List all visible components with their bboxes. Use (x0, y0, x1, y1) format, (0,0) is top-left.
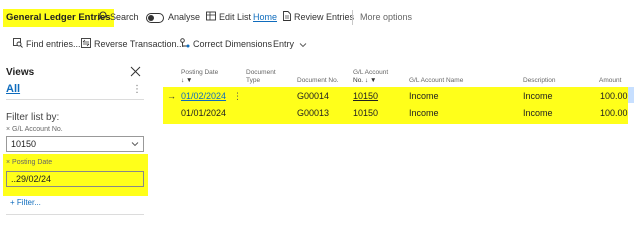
row-actions-icon[interactable]: ⋮ (233, 88, 242, 104)
search-label: Search (110, 12, 139, 22)
dimensions-icon (180, 37, 190, 52)
document-icon (283, 10, 291, 25)
filter-list-heading: Filter list by: (6, 112, 60, 123)
edit-list-label: Edit List (219, 12, 252, 22)
action-bar: General Ledger Entries Search Analyse Ed… (0, 0, 634, 35)
col-gl-account-label-2: No. ↓ ▼ (353, 76, 377, 84)
correct-dimensions-label: Correct Dimensions (193, 39, 273, 49)
table-row[interactable]: → 01/02/2024 ⋮ G00014 10150 Income Incom… (163, 88, 628, 104)
document-no-cell: G00014 (297, 91, 330, 101)
posting-date-filter-field[interactable]: ..29/02/24 (6, 171, 144, 187)
divider (6, 214, 144, 215)
col-description-header[interactable]: Description (523, 77, 556, 85)
scrollbar[interactable] (628, 87, 634, 103)
promoted-actions-bar: Find entries... Reverse Transaction... C… (0, 35, 634, 53)
review-entries-button[interactable]: Review Entries (283, 10, 354, 24)
view-options-icon[interactable]: ⋮ (132, 84, 142, 95)
gl-account-filter-field[interactable]: 10150 (6, 136, 144, 152)
entry-menu-label: Entry (273, 39, 295, 49)
find-entries-icon (13, 37, 23, 52)
edit-list-button[interactable]: Edit List (206, 10, 251, 24)
review-entries-label: Review Entries (294, 12, 355, 22)
filter-posting-date-label[interactable]: × Posting Date (6, 159, 52, 166)
description-cell: Income (523, 91, 553, 101)
analyse-label: Analyse (168, 12, 201, 22)
toggle-icon (146, 12, 164, 23)
search-icon (97, 11, 107, 25)
reverse-icon (81, 37, 91, 52)
col-document-type-header[interactable]: Document Type (246, 69, 276, 84)
find-entries-button[interactable]: Find entries... (13, 37, 81, 51)
document-no-cell: G00013 (297, 108, 330, 118)
toolbar-divider (352, 10, 353, 25)
col-gl-account-name-header[interactable]: G/L Account Name (409, 77, 463, 85)
add-filter-link[interactable]: + Filter... (10, 198, 41, 207)
posting-date-cell[interactable]: 01/01/2024 (181, 105, 226, 121)
table-row[interactable]: 01/01/2024 G00013 10150 Income Income 10… (163, 105, 628, 121)
amount-cell: 100.00 (600, 91, 628, 101)
views-heading: Views (6, 67, 35, 78)
chevron-down-icon (299, 38, 307, 52)
gl-account-name-cell: Income (409, 108, 439, 118)
entry-menu-button[interactable]: Entry (273, 37, 310, 51)
current-row-arrow-icon: → (167, 91, 176, 101)
find-entries-label: Find entries... (26, 39, 81, 49)
search-button[interactable]: Search (97, 10, 139, 24)
amount-cell: 100.00 (600, 108, 628, 118)
close-icon[interactable] (130, 65, 141, 80)
filter-gl-account-label[interactable]: × G/L Account No. (6, 126, 63, 133)
sort-filter-icon: ↓ ▼ (181, 76, 193, 84)
correct-dimensions-button[interactable]: Correct Dimensions (180, 37, 272, 51)
col-document-type-label-2: Type (246, 76, 261, 84)
col-document-type-label-1: Document (246, 69, 276, 76)
col-gl-account-label-1: G/L Account (353, 69, 389, 76)
col-document-no-header[interactable]: Document No. (297, 77, 339, 85)
gl-account-no-cell[interactable]: 10150 (353, 88, 378, 104)
description-cell: Income (523, 108, 553, 118)
col-posting-date-header[interactable]: Posting Date ↓ ▼ (181, 69, 218, 84)
more-options-button[interactable]: More options (360, 10, 412, 24)
reverse-transaction-button[interactable]: Reverse Transaction... (81, 37, 184, 51)
divider (6, 99, 144, 100)
gl-account-no-cell: 10150 (353, 108, 379, 118)
reverse-transaction-label: Reverse Transaction... (94, 39, 185, 49)
posting-date-filter-value: ..29/02/24 (11, 174, 52, 184)
edit-list-icon (206, 11, 216, 25)
posting-date-cell[interactable]: 01/02/2024 (181, 88, 226, 104)
col-amount-header[interactable]: Amount (599, 77, 621, 85)
gl-account-filter-value: 10150 (11, 139, 37, 149)
analyse-toggle[interactable]: Analyse (146, 10, 200, 24)
view-all-link[interactable]: All (6, 83, 20, 95)
gl-account-name-cell: Income (409, 91, 439, 101)
col-gl-account-no-header[interactable]: G/L Account No. ↓ ▼ (353, 69, 388, 84)
tab-home[interactable]: Home (253, 10, 277, 24)
chevron-down-icon[interactable] (131, 139, 139, 150)
col-posting-date-label: Posting Date (181, 69, 219, 76)
